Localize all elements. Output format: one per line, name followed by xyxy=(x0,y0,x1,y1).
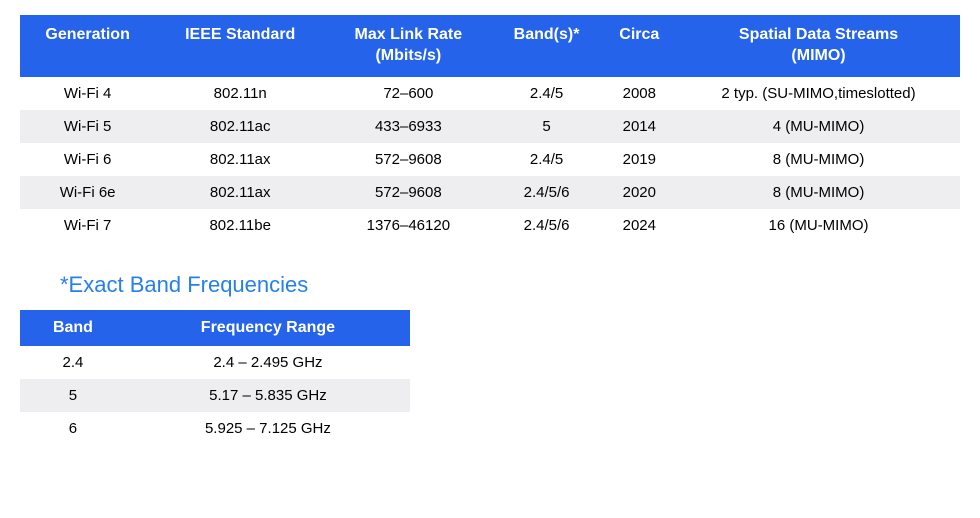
cell-frequency: 5.17 – 5.835 GHz xyxy=(126,379,410,412)
col-max-link-rate: Max Link Rate(Mbits/s) xyxy=(325,15,491,77)
table-row: 2.4 2.4 – 2.495 GHz xyxy=(20,346,410,379)
table-row: 6 5.925 – 7.125 GHz xyxy=(20,412,410,445)
cell-generation: Wi-Fi 6 xyxy=(20,143,155,176)
band-frequencies-title: *Exact Band Frequencies xyxy=(60,272,960,298)
cell-band: 2.4 xyxy=(20,346,126,379)
band-frequencies-table: Band Frequency Range 2.4 2.4 – 2.495 GHz… xyxy=(20,310,410,445)
col-circa: Circa xyxy=(602,15,677,77)
cell-ieee: 802.11be xyxy=(155,209,325,242)
wifi-generations-table: Generation IEEE Standard Max Link Rate(M… xyxy=(20,15,960,242)
cell-mimo: 8 (MU-MIMO) xyxy=(677,143,960,176)
table-header-row: Band Frequency Range xyxy=(20,310,410,346)
cell-ieee: 802.11ac xyxy=(155,110,325,143)
col-bands: Band(s)* xyxy=(492,15,602,77)
table-row: Wi-Fi 4 802.11n 72–600 2.4/5 2008 2 typ.… xyxy=(20,77,960,110)
cell-linkrate: 572–9608 xyxy=(325,176,491,209)
col-spatial-streams: Spatial Data Streams(MIMO) xyxy=(677,15,960,77)
col-generation: Generation xyxy=(20,15,155,77)
cell-bands: 2.4/5/6 xyxy=(492,176,602,209)
cell-ieee: 802.11n xyxy=(155,77,325,110)
cell-mimo: 8 (MU-MIMO) xyxy=(677,176,960,209)
cell-bands: 2.4/5 xyxy=(492,77,602,110)
cell-bands: 2.4/5/6 xyxy=(492,209,602,242)
cell-circa: 2008 xyxy=(602,77,677,110)
cell-linkrate: 1376–46120 xyxy=(325,209,491,242)
cell-generation: Wi-Fi 7 xyxy=(20,209,155,242)
table-row: Wi-Fi 6 802.11ax 572–9608 2.4/5 2019 8 (… xyxy=(20,143,960,176)
cell-mimo: 16 (MU-MIMO) xyxy=(677,209,960,242)
cell-linkrate: 433–6933 xyxy=(325,110,491,143)
cell-circa: 2020 xyxy=(602,176,677,209)
cell-circa: 2019 xyxy=(602,143,677,176)
cell-generation: Wi-Fi 5 xyxy=(20,110,155,143)
cell-generation: Wi-Fi 4 xyxy=(20,77,155,110)
table-row: Wi-Fi 7 802.11be 1376–46120 2.4/5/6 2024… xyxy=(20,209,960,242)
cell-linkrate: 72–600 xyxy=(325,77,491,110)
table-header-row: Generation IEEE Standard Max Link Rate(M… xyxy=(20,15,960,77)
cell-circa: 2014 xyxy=(602,110,677,143)
cell-generation: Wi-Fi 6e xyxy=(20,176,155,209)
cell-circa: 2024 xyxy=(602,209,677,242)
table-row: Wi-Fi 5 802.11ac 433–6933 5 2014 4 (MU-M… xyxy=(20,110,960,143)
cell-ieee: 802.11ax xyxy=(155,143,325,176)
table-row: Wi-Fi 6e 802.11ax 572–9608 2.4/5/6 2020 … xyxy=(20,176,960,209)
cell-frequency: 5.925 – 7.125 GHz xyxy=(126,412,410,445)
cell-band: 5 xyxy=(20,379,126,412)
cell-bands: 2.4/5 xyxy=(492,143,602,176)
cell-ieee: 802.11ax xyxy=(155,176,325,209)
cell-mimo: 2 typ. (SU-MIMO,timeslotted) xyxy=(677,77,960,110)
table-row: 5 5.17 – 5.835 GHz xyxy=(20,379,410,412)
col-band: Band xyxy=(20,310,126,346)
cell-mimo: 4 (MU-MIMO) xyxy=(677,110,960,143)
cell-bands: 5 xyxy=(492,110,602,143)
col-frequency-range: Frequency Range xyxy=(126,310,410,346)
cell-linkrate: 572–9608 xyxy=(325,143,491,176)
cell-frequency: 2.4 – 2.495 GHz xyxy=(126,346,410,379)
col-ieee-standard: IEEE Standard xyxy=(155,15,325,77)
cell-band: 6 xyxy=(20,412,126,445)
